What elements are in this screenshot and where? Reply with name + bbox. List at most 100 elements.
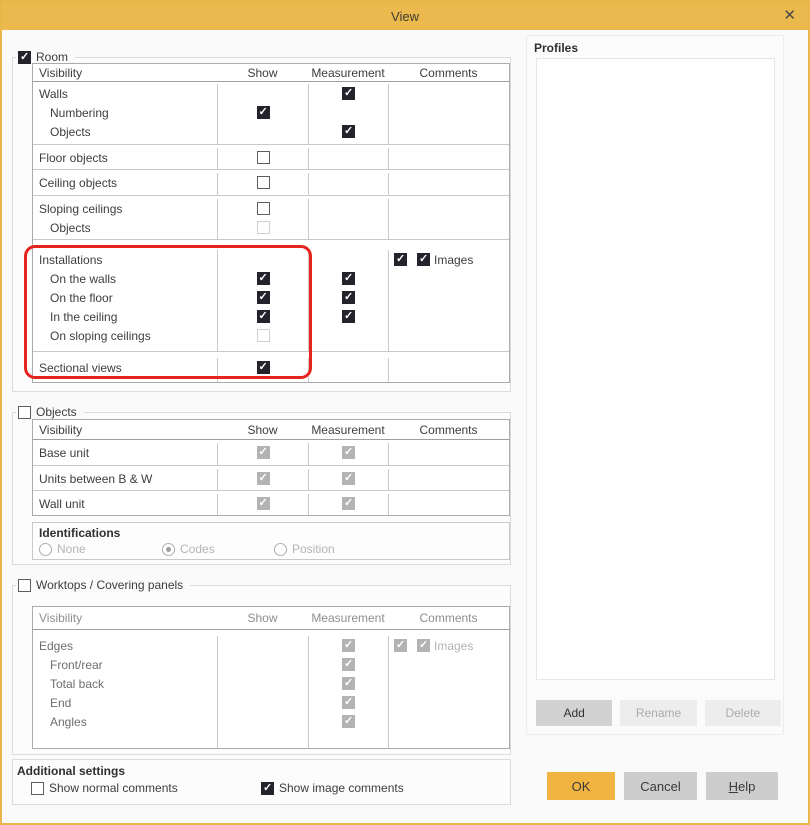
objects-label: Objects	[36, 405, 77, 419]
show-normal-comments-label: Show normal comments	[49, 781, 178, 795]
edges-images-checkbox	[417, 639, 430, 652]
additional-settings-box: Additional settings Show normal comments…	[12, 759, 511, 805]
add-button[interactable]: Add	[536, 700, 612, 726]
radio-option-position: Position	[274, 542, 335, 556]
table-row-sectional-views: Sectional views	[33, 351, 509, 382]
room-table-header: Visibility Show Measurement Comments	[33, 64, 509, 82]
worktops-table-header: Visibility Show Measurement Comments	[33, 607, 509, 630]
column-header-show: Show	[217, 423, 308, 437]
table-row-wall-unit: Wall unit	[33, 490, 509, 515]
in-the-ceiling-label: In the ceiling	[50, 310, 117, 324]
column-header-measurement: Measurement	[308, 423, 388, 437]
objects-checkbox[interactable]	[18, 406, 31, 419]
rename-button: Rename	[620, 700, 696, 726]
table-row-sloping-ceilings: Sloping ceilings Objects	[33, 195, 509, 239]
on-the-floor-measurement-checkbox[interactable]	[342, 291, 355, 304]
room-group: Room Visibility Show Measurement Comment…	[12, 57, 511, 392]
numbering-show-checkbox[interactable]	[257, 106, 270, 119]
on-the-floor-label: On the floor	[50, 291, 113, 305]
column-header-measurement: Measurement	[308, 611, 388, 625]
position-radio	[274, 543, 287, 556]
on-the-walls-show-checkbox[interactable]	[257, 272, 270, 285]
table-row-walls: Walls Numbering Objects	[33, 82, 509, 144]
floor-objects-show-checkbox[interactable]	[257, 151, 270, 164]
worktops-legend: Worktops / Covering panels	[16, 577, 190, 593]
profiles-label: Profiles	[527, 36, 783, 55]
identifications-box: Identifications None Codes Position	[32, 522, 510, 560]
cancel-button[interactable]: Cancel	[624, 772, 697, 800]
objects-group: Objects Visibility Show Measurement Comm…	[12, 412, 511, 565]
sectional-views-show-checkbox[interactable]	[257, 361, 270, 374]
in-the-ceiling-measurement-checkbox[interactable]	[342, 310, 355, 323]
units-between-show-checkbox	[257, 472, 270, 485]
installations-comments-checkbox[interactable]	[394, 253, 407, 266]
installations-images-checkbox[interactable]	[417, 253, 430, 266]
additional-settings-label: Additional settings	[13, 760, 510, 778]
column-header-measurement: Measurement	[308, 66, 388, 80]
table-row-installations: Installations On the walls On the floor …	[33, 239, 509, 351]
codes-radio-label: Codes	[180, 542, 215, 556]
base-unit-measurement-checkbox	[342, 446, 355, 459]
units-between-label: Units between B & W	[39, 472, 152, 486]
sloping-ceilings-label: Sloping ceilings	[39, 202, 122, 216]
column-header-comments: Comments	[388, 66, 509, 80]
delete-button: Delete	[705, 700, 781, 726]
on-the-floor-show-checkbox[interactable]	[257, 291, 270, 304]
show-image-comments-option: Show image comments	[261, 781, 404, 795]
in-the-ceiling-show-checkbox[interactable]	[257, 310, 270, 323]
floor-objects-label: Floor objects	[39, 151, 108, 165]
installations-label: Installations	[39, 253, 102, 267]
help-button[interactable]: Help	[706, 772, 778, 800]
sloping-objects-show-checkbox	[257, 221, 270, 234]
on-the-walls-measurement-checkbox[interactable]	[342, 272, 355, 285]
column-header-show: Show	[217, 611, 308, 625]
show-normal-comments-checkbox[interactable]	[31, 782, 44, 795]
room-label: Room	[36, 50, 68, 64]
objects-table: Visibility Show Measurement Comments Bas…	[32, 419, 510, 516]
walls-objects-label: Objects	[50, 125, 91, 139]
total-back-measurement-checkbox	[342, 677, 355, 690]
radio-option-none: None	[39, 542, 162, 556]
objects-table-header: Visibility Show Measurement Comments	[33, 420, 509, 440]
walls-objects-measurement-checkbox[interactable]	[342, 125, 355, 138]
base-unit-label: Base unit	[39, 446, 89, 460]
walls-label: Walls	[39, 87, 68, 101]
profiles-panel: Profiles Add Rename Delete	[526, 35, 784, 735]
table-row-ceiling-objects: Ceiling objects	[33, 169, 509, 195]
close-icon[interactable]: ✕	[783, 7, 796, 24]
wall-unit-label: Wall unit	[39, 497, 85, 511]
worktops-group: Worktops / Covering panels Visibility Sh…	[12, 585, 511, 755]
total-back-label: Total back	[50, 677, 104, 691]
ok-button[interactable]: OK	[547, 772, 615, 800]
worktops-checkbox[interactable]	[18, 579, 31, 592]
worktops-table: Visibility Show Measurement Comments Edg…	[32, 606, 510, 749]
show-image-comments-checkbox[interactable]	[261, 782, 274, 795]
show-normal-comments-option: Show normal comments	[31, 781, 178, 795]
ceiling-objects-show-checkbox[interactable]	[257, 176, 270, 189]
title-bar: View ✕	[2, 2, 808, 30]
front-rear-label: Front/rear	[50, 658, 103, 672]
edges-measurement-checkbox	[342, 639, 355, 652]
edges-label: Edges	[39, 639, 73, 653]
base-unit-show-checkbox	[257, 446, 270, 459]
column-header-comments: Comments	[388, 423, 509, 437]
position-radio-label: Position	[292, 542, 335, 556]
angles-measurement-checkbox	[342, 715, 355, 728]
on-sloping-ceilings-label: On sloping ceilings	[50, 329, 151, 343]
table-row-units-between: Units between B & W	[33, 465, 509, 490]
end-measurement-checkbox	[342, 696, 355, 709]
dialog-title: View	[391, 9, 419, 24]
column-header-visibility: Visibility	[33, 66, 217, 80]
footer-buttons: OK Cancel Help	[547, 772, 778, 800]
sloping-objects-label: Objects	[50, 221, 91, 235]
none-radio-label: None	[57, 542, 86, 556]
ceiling-objects-label: Ceiling objects	[39, 176, 117, 190]
identifications-radios: None Codes Position	[33, 542, 509, 556]
profiles-list[interactable]	[536, 58, 775, 680]
angles-label: Angles	[50, 715, 87, 729]
wall-unit-show-checkbox	[257, 497, 270, 510]
room-checkbox[interactable]	[18, 51, 31, 64]
sectional-views-label: Sectional views	[39, 361, 122, 375]
walls-measurement-checkbox[interactable]	[342, 87, 355, 100]
sloping-ceilings-show-checkbox[interactable]	[257, 202, 270, 215]
